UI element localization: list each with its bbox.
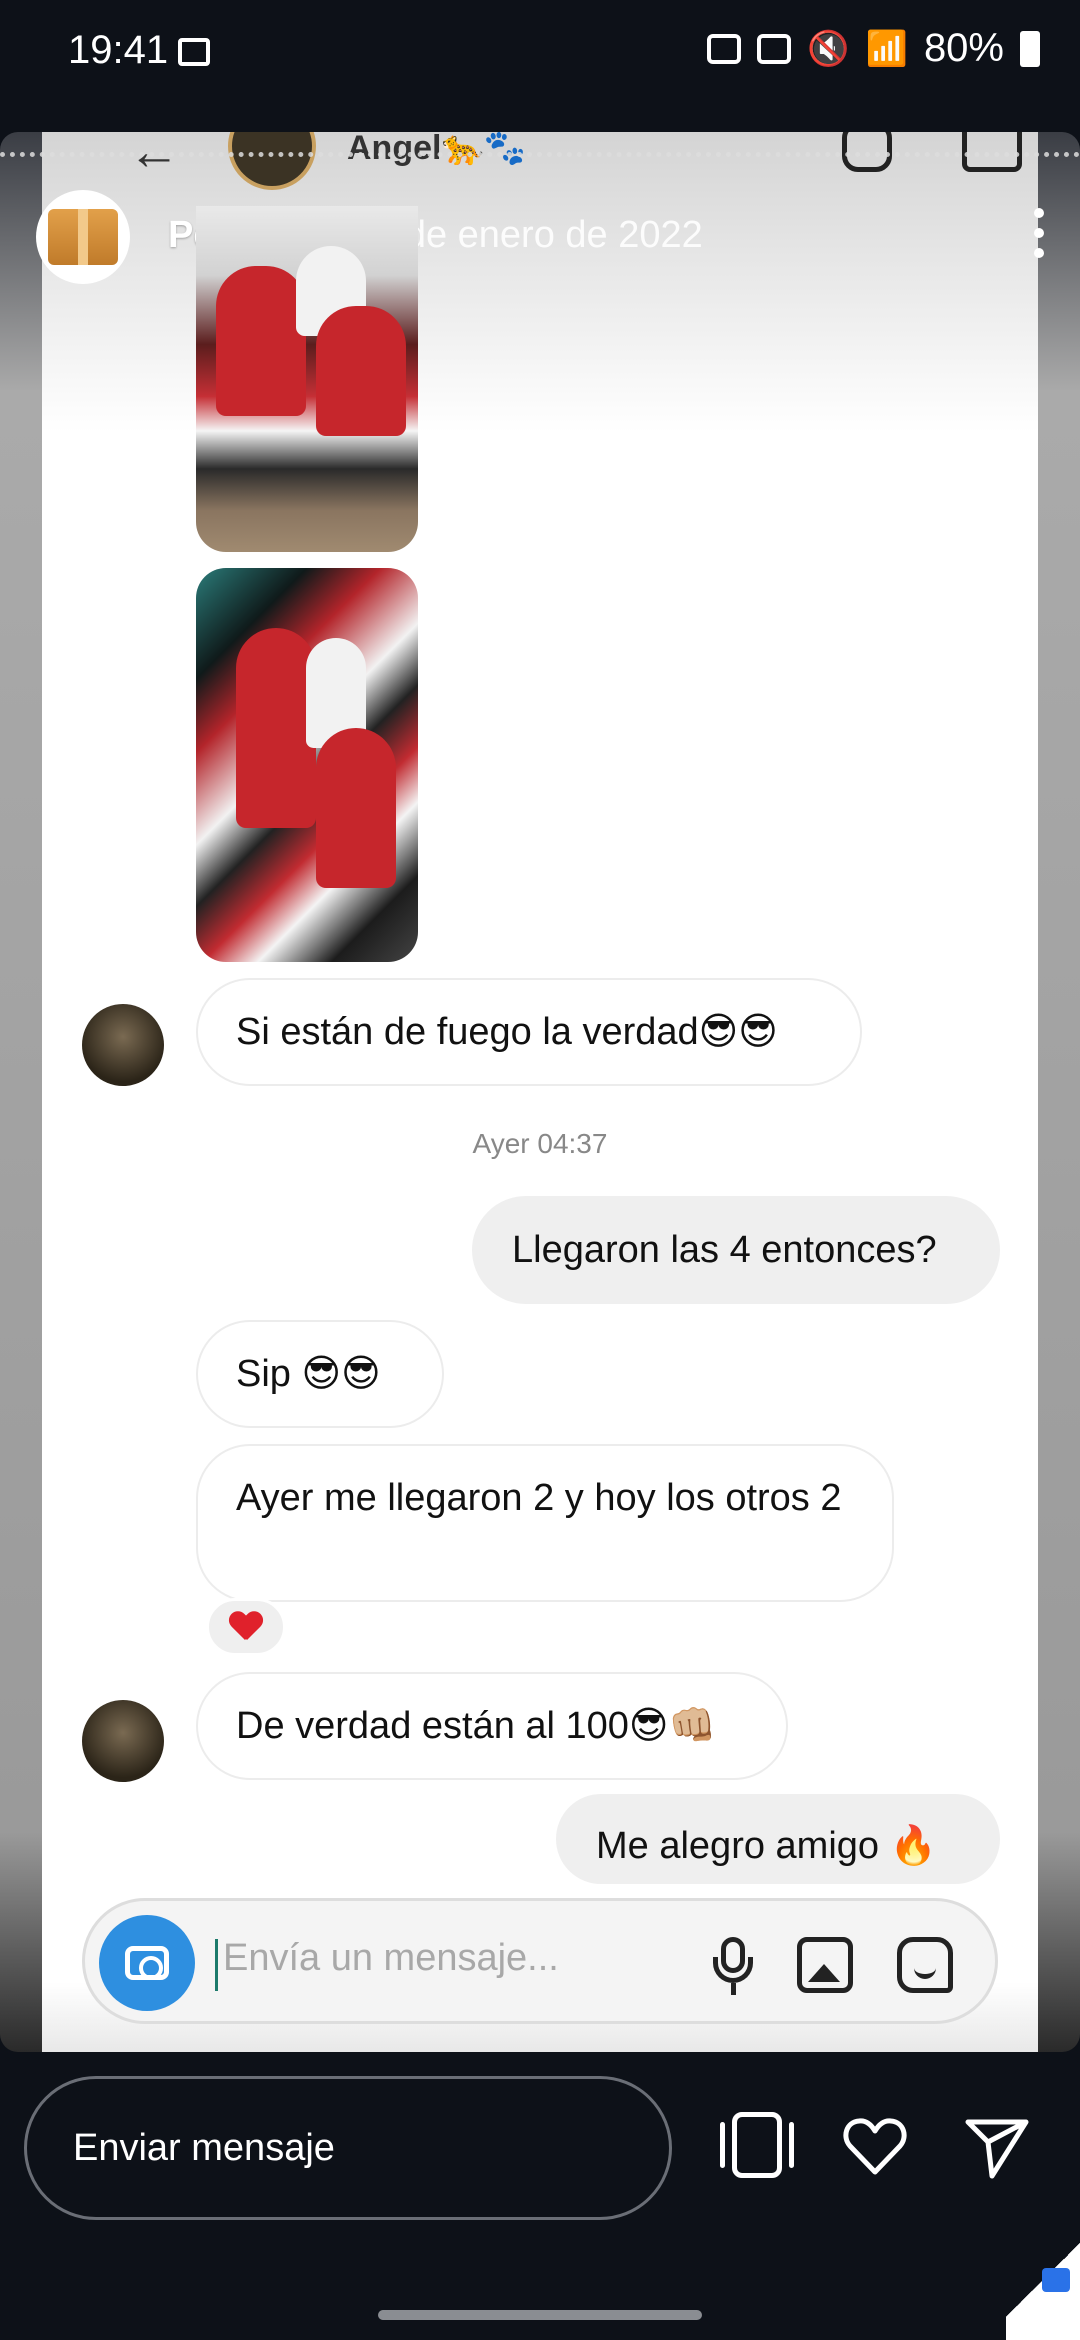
package-icon [48,209,118,265]
more-options-icon[interactable] [1032,208,1046,258]
sticker-icon[interactable] [897,1937,953,1993]
message-in[interactable]: Sip 😎😎 [196,1320,444,1428]
message-in[interactable]: Si están de fuego la verdad😎😎 [196,978,862,1086]
sender-avatar[interactable] [82,1004,164,1086]
chat-avatar [228,132,316,190]
nfc-icon [757,33,792,64]
gallery-icon [178,38,210,66]
chat-name: Angel🐆🐾 [347,132,527,167]
like-heart-icon[interactable] [840,2112,910,2182]
gesture-nav-bar[interactable] [378,2310,702,2320]
battery-label: 80% [923,26,1004,70]
status-bar: 19:41 🔇 📶 80% [0,0,1080,80]
heart-icon [229,1612,263,1642]
camera-icon [125,1946,169,1980]
camera-button[interactable] [99,1915,195,2011]
upload-icon [707,33,742,64]
message-in[interactable]: Ayer me llegaron 2 y hoy los otros 2 [196,1444,894,1602]
microphone-icon[interactable] [705,1937,761,1995]
text-caret [215,1939,218,1991]
battery-icon [1020,30,1040,67]
gallery-image-icon[interactable] [797,1937,853,1993]
repost-icon[interactable] [720,2112,794,2182]
story-header: Pedidos 16 de enero de 2022 [36,190,1046,286]
heart-reaction[interactable] [206,1598,286,1656]
mute-icon: 🔇 [807,29,850,68]
message-out[interactable]: Llegaron las 4 entonces? [472,1196,1000,1304]
folder-icon[interactable] [1042,2268,1070,2292]
sender-avatar[interactable] [82,1700,164,1782]
send-message-field[interactable]: Enviar mensaje [24,2076,672,2220]
message-input[interactable] [223,1937,583,1980]
sneakers-photo-1[interactable] [196,206,418,552]
status-time: 19:41 [68,28,169,72]
timestamp: Ayer 04:37 [472,1128,608,1159]
send-icon[interactable] [962,2112,1032,2182]
message-composer [82,1898,998,2024]
message-in[interactable]: De verdad están al 100😎👊🏼 [196,1672,788,1780]
status-icons: 🔇 📶 80% [707,26,1040,71]
wifi-icon: 📶 [865,29,908,68]
message-out[interactable]: Me alegro amigo 🔥 [556,1794,1000,1884]
story-progress-bar [0,152,1080,158]
send-message-placeholder: Enviar mensaje [73,2127,335,2169]
story-avatar[interactable] [36,190,130,284]
sneakers-photo-2[interactable] [196,568,418,962]
